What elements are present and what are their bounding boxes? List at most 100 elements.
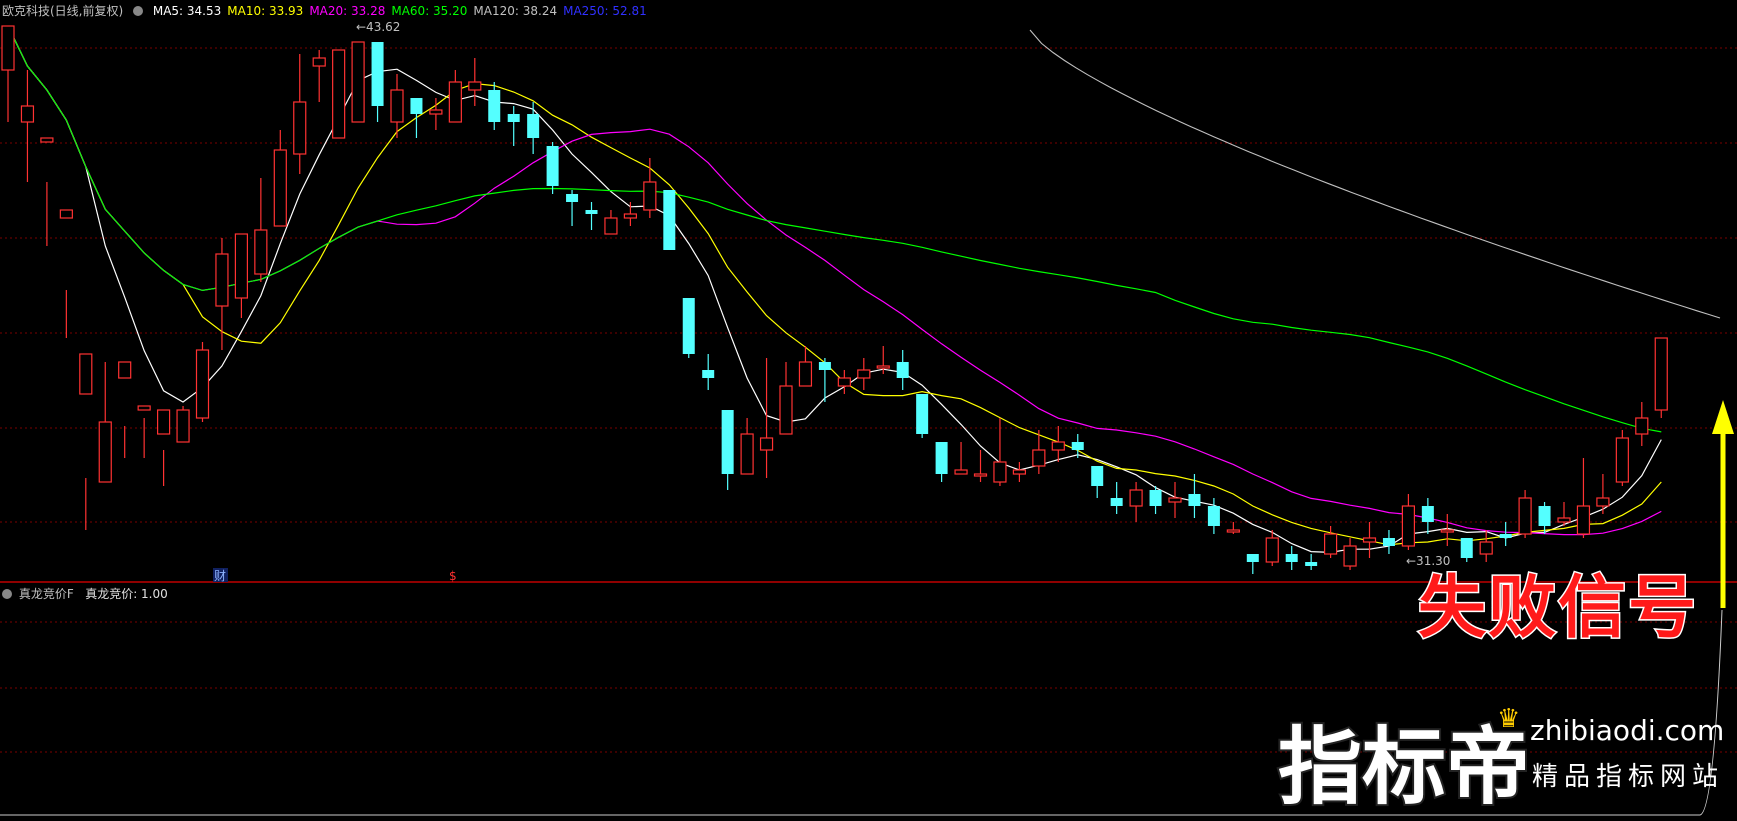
indicator-dot-icon[interactable]	[2, 589, 12, 599]
candle-up[interactable]	[137, 405, 151, 411]
candle-up[interactable]	[1012, 469, 1027, 475]
candle-up[interactable]	[1168, 497, 1182, 503]
candle-up[interactable]	[1635, 417, 1649, 435]
dividend-marker[interactable]: $	[449, 569, 457, 583]
indicator-value: 真龙竞价: 1.00	[85, 587, 168, 601]
candle-down[interactable]	[546, 146, 559, 186]
candle-up[interactable]	[1615, 437, 1629, 483]
ma5-line	[7, 25, 1662, 554]
candle-up[interactable]	[1596, 497, 1610, 507]
candle-down[interactable]	[1071, 442, 1084, 450]
candle-down[interactable]	[566, 194, 579, 202]
indicator-name[interactable]: 真龙竞价F	[19, 587, 74, 601]
candle-up[interactable]	[740, 433, 754, 475]
candle-up[interactable]	[1265, 537, 1279, 563]
candle-up[interactable]	[1129, 489, 1143, 507]
ma-legend-item: MA5: 34.53	[152, 4, 222, 18]
candle-down[interactable]	[488, 90, 501, 122]
candle-up[interactable]	[1557, 517, 1571, 523]
candle-up[interactable]	[1343, 545, 1357, 567]
candle-down[interactable]	[663, 190, 676, 250]
candle-down[interactable]	[702, 370, 715, 378]
candle-up[interactable]	[351, 41, 365, 123]
candle-down[interactable]	[1246, 554, 1259, 562]
finance-marker[interactable]: 财	[214, 569, 226, 583]
candle-down[interactable]	[916, 394, 929, 434]
candle-up[interactable]	[390, 89, 404, 123]
candlestick-chart[interactable]: ←43.62 ←31.30 财 $	[0, 0, 1737, 817]
candle-up[interactable]	[779, 385, 793, 435]
ma120-line	[1029, 29, 1721, 319]
candle-down[interactable]	[935, 442, 948, 474]
candle-down[interactable]	[721, 410, 734, 474]
candle-up[interactable]	[973, 473, 988, 477]
candle-up[interactable]	[876, 365, 890, 369]
candle-down[interactable]	[371, 42, 384, 106]
candle-up[interactable]	[468, 81, 482, 91]
candle-up[interactable]	[157, 409, 171, 435]
candle-down[interactable]	[1188, 494, 1201, 506]
candle-up[interactable]	[79, 353, 93, 395]
candle-up[interactable]	[312, 57, 326, 67]
candle-down[interactable]	[585, 210, 598, 214]
candle-down[interactable]	[1305, 562, 1318, 566]
candle-up[interactable]	[837, 377, 851, 387]
candle-up[interactable]	[857, 369, 871, 379]
candle-down[interactable]	[507, 114, 520, 122]
candle-down[interactable]	[527, 114, 540, 138]
candle-up[interactable]	[1576, 505, 1591, 535]
candle-up[interactable]	[448, 81, 462, 123]
candle-down[interactable]	[1421, 506, 1434, 522]
candle-up[interactable]	[215, 253, 229, 307]
candle-up[interactable]	[195, 349, 210, 419]
candle-up[interactable]	[1654, 337, 1668, 411]
candle-down[interactable]	[682, 298, 695, 354]
candle-up[interactable]	[20, 105, 35, 123]
candle-up[interactable]	[643, 181, 657, 211]
candle-up[interactable]	[1401, 505, 1416, 547]
candle-down[interactable]	[1538, 506, 1551, 526]
candle-down[interactable]	[1499, 534, 1512, 538]
candle-up[interactable]	[59, 209, 73, 219]
candle-up[interactable]	[1362, 537, 1377, 543]
ma60-line	[7, 25, 1662, 433]
candle-down[interactable]	[1149, 490, 1162, 506]
candle-up[interactable]	[1518, 497, 1532, 535]
candle-down[interactable]	[896, 362, 909, 378]
ma-legend-item: MA60: 35.20	[391, 4, 468, 18]
candle-up[interactable]	[798, 361, 813, 387]
candle-up[interactable]	[1323, 533, 1338, 555]
candle-up[interactable]	[273, 149, 287, 227]
candle-down[interactable]	[1091, 466, 1104, 486]
ma-legend-item: MA10: 33.93	[227, 4, 304, 18]
candle-up[interactable]	[954, 469, 968, 475]
candle-up[interactable]	[332, 49, 346, 139]
stock-title[interactable]: 欧克科技(日线,前复权)	[2, 4, 123, 18]
candle-up[interactable]	[98, 421, 112, 483]
candle-down[interactable]	[1207, 506, 1220, 526]
candle-up[interactable]	[1440, 529, 1454, 533]
failure-signal-caption: 失败信号	[1416, 568, 1699, 650]
candle-up[interactable]	[234, 233, 248, 299]
candle-up[interactable]	[40, 137, 54, 143]
candle-up[interactable]	[293, 101, 307, 155]
candle-up[interactable]	[254, 229, 268, 275]
candle-up[interactable]	[429, 109, 443, 115]
candle-up[interactable]	[118, 361, 132, 379]
candle-up[interactable]	[993, 461, 1007, 483]
candle-up[interactable]	[1226, 529, 1240, 533]
candle-down[interactable]	[1382, 538, 1395, 546]
candle-down[interactable]	[1110, 498, 1123, 506]
candle-up[interactable]	[623, 213, 638, 219]
settings-dot-icon[interactable]	[133, 6, 144, 16]
candle-up[interactable]	[1051, 441, 1065, 451]
candle-down[interactable]	[410, 98, 423, 114]
candle-up[interactable]	[1, 25, 15, 71]
candle-up[interactable]	[1032, 449, 1046, 467]
candle-up[interactable]	[176, 409, 190, 443]
candle-up[interactable]	[759, 437, 774, 451]
candle-down[interactable]	[1285, 554, 1298, 562]
high-price-label: ←43.62	[356, 20, 400, 34]
candle-up[interactable]	[604, 217, 618, 235]
candle-down[interactable]	[818, 362, 831, 370]
